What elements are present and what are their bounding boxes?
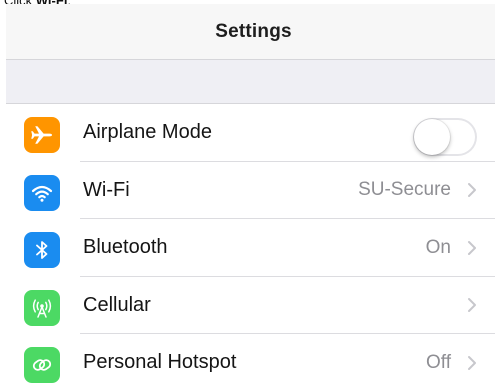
section-spacer bbox=[6, 60, 495, 104]
hotspot-icon bbox=[24, 347, 60, 383]
toggle-knob bbox=[414, 119, 450, 155]
chevron-right-icon bbox=[467, 334, 477, 392]
row-label: Personal Hotspot bbox=[83, 351, 237, 374]
page-title: Settings bbox=[215, 20, 292, 42]
row-airplane-mode: Airplane Mode bbox=[6, 104, 495, 162]
row-label: Wi-Fi bbox=[83, 178, 130, 201]
row-label: Airplane Mode bbox=[83, 121, 212, 144]
settings-list: Airplane Mode Wi-Fi SU-Secure Bluetooth … bbox=[6, 104, 495, 391]
row-cellular[interactable]: Cellular bbox=[6, 277, 495, 335]
row-value: On bbox=[425, 236, 451, 258]
chevron-right-icon bbox=[467, 219, 477, 277]
row-label: Cellular bbox=[83, 293, 151, 316]
row-label: Bluetooth bbox=[83, 236, 168, 259]
row-wifi[interactable]: Wi-Fi SU-Secure bbox=[6, 162, 495, 220]
settings-screen: Settings Airplane Mode Wi-Fi SU-Secure B… bbox=[6, 4, 495, 391]
airplane-mode-toggle[interactable] bbox=[413, 118, 477, 156]
bluetooth-icon bbox=[24, 232, 60, 268]
wifi-icon bbox=[24, 174, 60, 211]
chevron-right-icon bbox=[467, 277, 477, 335]
cellular-icon bbox=[24, 289, 60, 326]
row-value: Off bbox=[426, 351, 451, 373]
row-value: SU-Secure bbox=[358, 179, 451, 201]
row-bluetooth[interactable]: Bluetooth On bbox=[6, 219, 495, 277]
navigation-bar: Settings bbox=[6, 4, 495, 60]
airplane-icon bbox=[24, 117, 60, 153]
row-personal-hotspot[interactable]: Personal Hotspot Off bbox=[6, 334, 495, 392]
chevron-right-icon bbox=[467, 162, 477, 220]
